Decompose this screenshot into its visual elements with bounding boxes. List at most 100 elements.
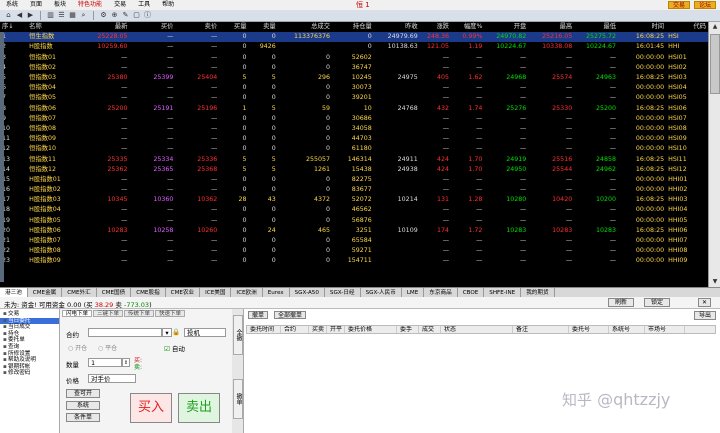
forward-icon[interactable]: ▶ bbox=[26, 11, 35, 20]
col-ask-qty[interactable]: 卖量 bbox=[248, 22, 278, 33]
auto-checkbox[interactable]: ☑ 自动 bbox=[164, 343, 185, 353]
col-name[interactable]: 名称 bbox=[27, 22, 82, 33]
col-last[interactable]: 最新 bbox=[81, 22, 130, 33]
orders-col-openclose[interactable]: 开平 bbox=[327, 326, 345, 333]
cancel-side-button[interactable]: 撤单 bbox=[233, 379, 243, 419]
orders-col-time[interactable]: 委托时间 bbox=[247, 326, 281, 333]
table-row[interactable]: 7 恒指数05 — — — 0 0 0 39201 — — — — — 00:00:00 HSI05 bbox=[0, 93, 708, 103]
tab-market-7[interactable]: ICE欧洲 bbox=[231, 288, 263, 297]
scroll-thumb[interactable] bbox=[710, 34, 720, 94]
col-prev-close[interactable]: 昨收 bbox=[373, 22, 420, 33]
tree-item-2[interactable]: ▪当日成交 bbox=[0, 324, 59, 331]
col-change-pct[interactable]: 幅度% bbox=[451, 22, 485, 33]
back-icon[interactable]: ◀ bbox=[15, 11, 24, 20]
menu-help[interactable]: 帮助 bbox=[156, 0, 180, 10]
cancel-order-button[interactable]: 撤单 bbox=[248, 311, 269, 319]
direction-select[interactable]: 投机 bbox=[184, 328, 226, 337]
chart-icon[interactable]: ▥ bbox=[46, 11, 55, 20]
orders-col-status[interactable]: 状态 bbox=[441, 326, 513, 333]
tab-market-3[interactable]: CME国债 bbox=[97, 288, 132, 297]
cancel-all-side-button[interactable]: 全撤 bbox=[233, 315, 243, 355]
table-row[interactable]: 23 H股指数09 — — — 0 0 0 154711 — — — — — 00:00:00 HHI09 bbox=[0, 256, 708, 266]
check-available-button[interactable]: 查可开 bbox=[66, 389, 100, 398]
tab-market-12[interactable]: LME bbox=[402, 288, 425, 297]
dropdown-icon[interactable]: ▾ bbox=[162, 328, 172, 337]
contract-input[interactable] bbox=[88, 328, 162, 337]
table-row[interactable]: 15 H股指数01 — — — 0 0 0 82275 — — — — — 00:00:00 HHI01 bbox=[0, 175, 708, 185]
tab-market-16[interactable]: 我的期货 bbox=[521, 288, 555, 297]
tab-market-8[interactable]: Eurex bbox=[263, 288, 290, 297]
search-icon[interactable]: ⌕ bbox=[79, 11, 88, 20]
zoom-icon[interactable]: ⊕ bbox=[110, 11, 119, 20]
info-icon[interactable]: ⓘ bbox=[143, 11, 152, 20]
lock-icon[interactable]: 🔒 bbox=[172, 328, 180, 336]
tab-market-0[interactable]: 港三池 bbox=[0, 288, 28, 297]
lock-button[interactable]: 锁定 bbox=[644, 298, 671, 307]
col-bid-qty[interactable]: 买量 bbox=[219, 22, 249, 33]
sell-button[interactable]: 卖出 bbox=[178, 393, 220, 423]
table-row[interactable]: 20 H股指数06 10283 10258 10260 0 24 465 3251 10109 17… bbox=[0, 226, 708, 236]
table-row[interactable]: 18 H股指数04 — — — 0 0 0 46562 — — — — — 00:00:00 HHI04 bbox=[0, 205, 708, 215]
tab-classic-order[interactable]: 传统下单 bbox=[124, 310, 155, 317]
scroll-down-icon[interactable]: ▼ bbox=[710, 277, 720, 287]
tab-market-1[interactable]: CME金属 bbox=[28, 288, 63, 297]
menu-sector[interactable]: 板块 bbox=[48, 0, 72, 10]
qty-stepper-icon[interactable]: ⇕ bbox=[122, 358, 130, 367]
col-code[interactable]: 代码 bbox=[666, 22, 708, 33]
col-high[interactable]: 最高 bbox=[528, 22, 575, 33]
table-row[interactable]: 5 恒指数03 25380 25399 25404 5 5 296 10245 24975 405 1… bbox=[0, 73, 708, 83]
table-row[interactable]: 9 恒指数07 — — — 0 0 0 30686 — — — — — 00:00:00 HSI07 bbox=[0, 114, 708, 124]
tab-market-6[interactable]: ICE美国 bbox=[200, 288, 232, 297]
tab-quick-order[interactable]: 快速下单 bbox=[155, 310, 186, 317]
table-row[interactable]: 16 H股指数02 — — — 0 0 0 83677 — — — — — 00:00:00 HHI02 bbox=[0, 185, 708, 195]
col-low[interactable]: 最低 bbox=[574, 22, 619, 33]
col-seq[interactable]: 序↓ bbox=[0, 22, 28, 33]
col-open-interest[interactable]: 持仓量 bbox=[332, 22, 374, 33]
col-bid[interactable]: 买价 bbox=[129, 22, 176, 33]
tab-market-15[interactable]: SHFE-INE bbox=[484, 288, 522, 297]
col-open[interactable]: 开盘 bbox=[484, 22, 529, 33]
cancel-all-orders-button[interactable]: 全部撤单 bbox=[274, 311, 307, 319]
table-row[interactable]: 3 恒指数01 — — — 0 0 0 52602 — — — — — 00:00:00 HSI01 bbox=[0, 53, 708, 63]
table-row[interactable]: 4 恒指数02 — — — 0 0 0 36747 — — — — — 00:00:00 HSI02 bbox=[0, 63, 708, 73]
grid-scrollbar[interactable]: ▲ ▼ bbox=[708, 22, 720, 287]
tree-item-4[interactable]: ▪委托单 bbox=[0, 337, 59, 344]
menu-page[interactable]: 页面 bbox=[24, 0, 48, 10]
col-volume[interactable]: 总成交 bbox=[277, 22, 333, 33]
orders-col-order-id[interactable]: 委托号 bbox=[569, 326, 609, 333]
buy-button[interactable]: 买入 bbox=[130, 393, 172, 423]
orders-col-side[interactable]: 买卖 bbox=[309, 326, 327, 333]
table-row[interactable]: 8 恒指数06 25200 25191 25196 1 5 59 10 24768 432 1.74 2… bbox=[0, 104, 708, 114]
tool-icon[interactable]: ✎ bbox=[121, 11, 130, 20]
menu-tools[interactable]: 工具 bbox=[132, 0, 156, 10]
quote-grid[interactable]: 序↓ 名称 最新 买价 卖价 买量 卖量 总成交 持仓量 昨收 涨跌 幅度% 开… bbox=[0, 22, 708, 287]
orders-col-market-id[interactable]: 市场号 bbox=[645, 326, 685, 333]
col-ask[interactable]: 卖价 bbox=[175, 22, 220, 33]
tab-flash-order[interactable]: 闪电下单 bbox=[62, 310, 93, 317]
tree-item-7[interactable]: ▪帮助及说明 bbox=[0, 357, 59, 364]
menu-features[interactable]: 特色功能 bbox=[72, 0, 108, 10]
tab-market-5[interactable]: CME农业 bbox=[166, 288, 201, 297]
tree-item-0[interactable]: ▪交易 bbox=[0, 311, 59, 318]
table-row[interactable]: 19 H股指数05 — — — 0 0 0 56876 — — — — — 00:00:00 HHI05 bbox=[0, 216, 708, 226]
tree-item-5[interactable]: ▪查询 bbox=[0, 344, 59, 351]
tab-market-4[interactable]: CME股指 bbox=[131, 288, 166, 297]
orders-col-note[interactable]: 备注 bbox=[513, 326, 569, 333]
menu-system[interactable]: 系统 bbox=[0, 0, 24, 10]
home-icon[interactable]: ⌂ bbox=[4, 11, 13, 20]
export-button[interactable]: 导出 bbox=[693, 311, 716, 320]
table-row[interactable]: 21 H股指数07 — — — 0 0 0 65584 — — — — — 00:00:00 HHI07 bbox=[0, 236, 708, 246]
system-button[interactable]: 系统 bbox=[66, 401, 100, 410]
orders-col-contract[interactable]: 合约 bbox=[281, 326, 309, 333]
col-time[interactable]: 时间 bbox=[618, 22, 667, 33]
tab-market-9[interactable]: SGX-A50 bbox=[290, 288, 325, 297]
table-row[interactable]: 10 恒指数08 — — — 0 0 0 34058 — — — — — 00:00:00 HSI08 bbox=[0, 124, 708, 134]
grid-icon[interactable]: ▦ bbox=[68, 11, 77, 20]
close-panel-button[interactable]: ✕ bbox=[698, 298, 712, 307]
tab-market-2[interactable]: CME外汇 bbox=[62, 288, 97, 297]
table-row[interactable]: 17 H股指数03 10345 10360 10362 28 43 4372 52072 1021… bbox=[0, 195, 708, 205]
refresh-button[interactable]: 刷新 bbox=[608, 298, 635, 307]
tab-market-10[interactable]: SGX-日经 bbox=[325, 288, 361, 297]
forum-button[interactable]: 论坛 bbox=[693, 1, 716, 9]
condition-order-button[interactable]: 条件单 bbox=[66, 413, 100, 422]
